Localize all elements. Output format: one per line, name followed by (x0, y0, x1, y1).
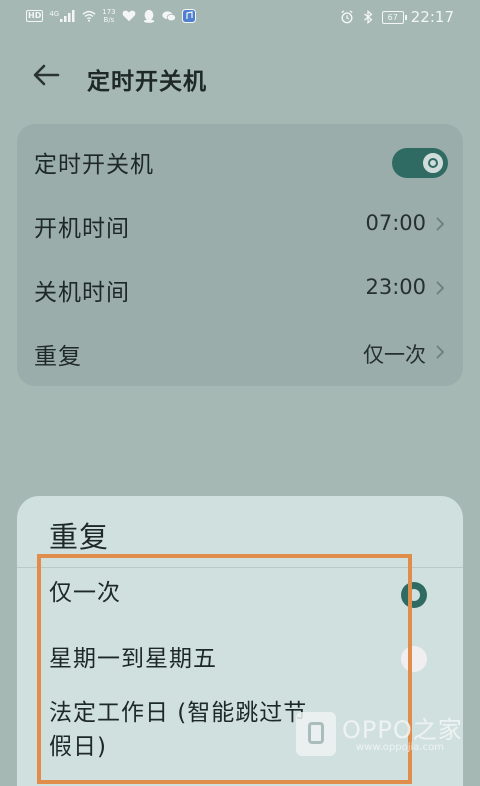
back-button[interactable] (30, 60, 64, 90)
signal-label: 4G (49, 10, 60, 18)
net-speed-value: 173 (102, 8, 116, 16)
repeat-value: 仅一次 (363, 343, 426, 367)
watermark-logo-icon (296, 712, 336, 756)
net-speed: 173 B/s (102, 8, 115, 24)
watermark: OPPO之家 www.oppojia.com (296, 704, 466, 764)
qq-icon (143, 9, 154, 23)
chevron-right-icon (436, 345, 445, 359)
page-title: 定时开关机 (87, 69, 207, 95)
app-header: 定时开关机 (0, 50, 480, 102)
power-off-time-label: 关机时间 (34, 280, 130, 306)
alarm-icon (341, 10, 353, 24)
settings-card: 定时开关机 开机时间 07:00 关机时间 23:00 重复 仅一次 (17, 124, 463, 386)
watermark-brand: OPPO之家 (342, 716, 463, 744)
power-on-time-label: 开机时间 (34, 216, 130, 242)
chevron-right-icon (436, 217, 445, 231)
battery-level: 67 (387, 12, 398, 22)
sheet-title: 重复 (49, 520, 110, 554)
power-off-time-row[interactable]: 关机时间 23:00 (17, 256, 463, 320)
repeat-label: 重复 (34, 344, 82, 370)
battery-icon: 67 (381, 10, 407, 24)
status-time: 22:17 (410, 8, 454, 26)
power-on-time-value: 07:00 (365, 211, 426, 235)
status-left-icons: HD 4G 173 B/s (26, 8, 196, 24)
status-right-icons: 67 22:17 (340, 8, 454, 26)
screen: { "status_bar": { "hd_badge": "HD", "sig… (0, 0, 480, 786)
power-on-time-row[interactable]: 开机时间 07:00 (17, 192, 463, 256)
wechat-icon (161, 11, 176, 22)
music-app-icon (181, 9, 196, 23)
schedule-power-row[interactable]: 定时开关机 (17, 128, 463, 192)
watermark-url: www.oppojia.com (356, 742, 444, 753)
status-bar: HD 4G 173 B/s 67 22:17 (0, 0, 480, 36)
back-arrow-icon (33, 64, 60, 86)
schedule-power-label: 定时开关机 (34, 152, 154, 178)
power-off-time-value: 23:00 (365, 275, 426, 299)
repeat-row[interactable]: 重复 仅一次 (17, 320, 463, 384)
toggle-knob (423, 153, 443, 173)
wifi-icon (82, 10, 96, 22)
heart-icon (122, 10, 135, 22)
signal-icon: 4G (49, 10, 76, 22)
chevron-right-icon (436, 281, 445, 295)
bluetooth-icon (363, 10, 373, 24)
net-speed-unit: B/s (103, 16, 115, 24)
hd-badge: HD (26, 10, 44, 22)
schedule-power-toggle[interactable] (392, 148, 448, 178)
